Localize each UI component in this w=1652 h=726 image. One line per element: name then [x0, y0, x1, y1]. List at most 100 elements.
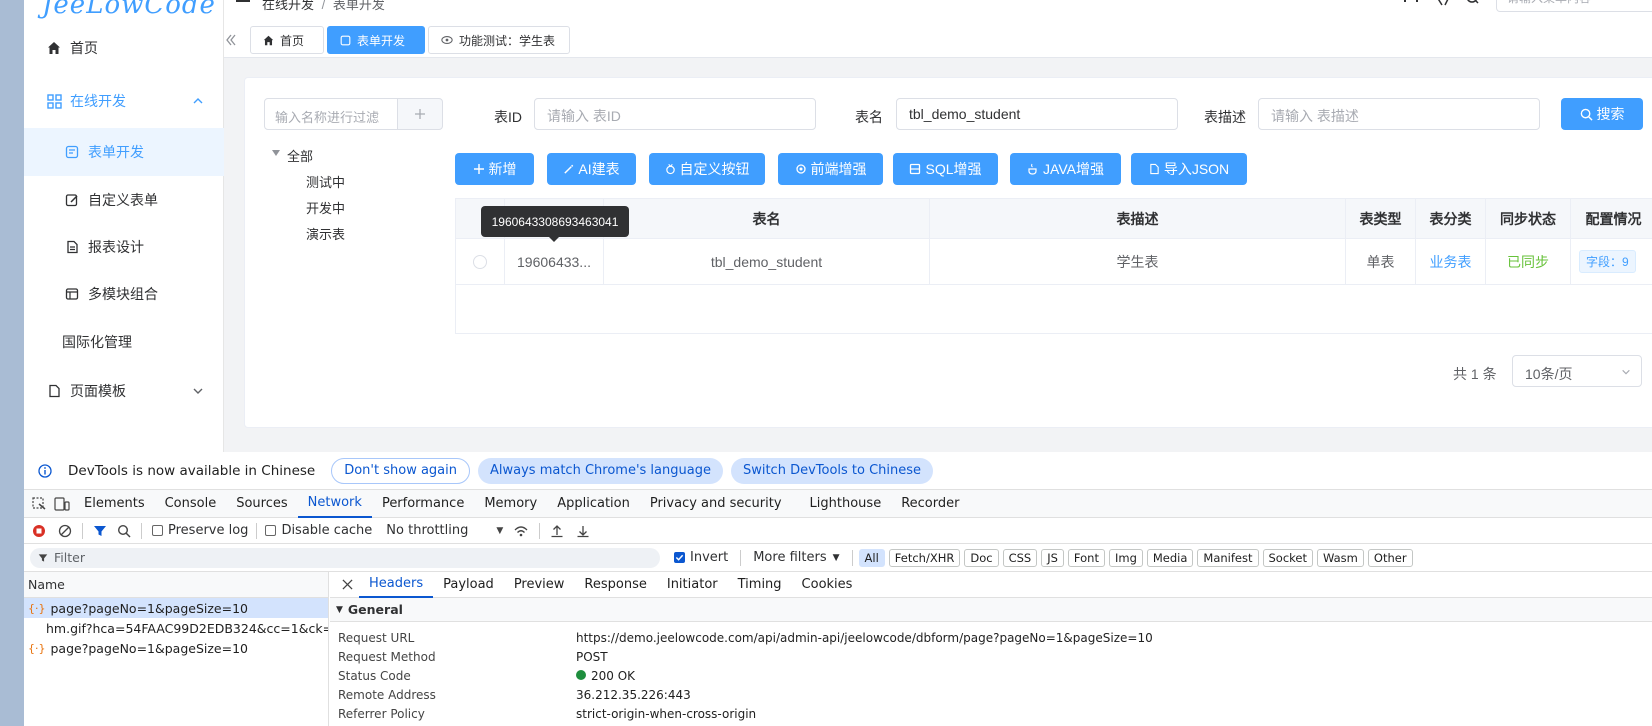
devtools-tab-privacy[interactable]: Privacy and security [640, 490, 792, 518]
request-row[interactable]: hm.gif?hca=54FAAC99D2EDB324&cc=1&ck=1&c.… [24, 618, 328, 638]
filter-chip-img[interactable]: Img [1108, 548, 1143, 567]
stop-recording-icon[interactable] [32, 524, 46, 538]
sidebar-item-form-dev[interactable]: 表单开发 [24, 128, 224, 176]
filter-chip-doc[interactable]: Doc [964, 548, 999, 567]
dont-show-again-button[interactable]: Don't show again [331, 457, 470, 484]
search-button[interactable]: 搜索 [1561, 98, 1643, 130]
frontend-enhance-button[interactable]: 前端增强 [778, 153, 883, 185]
filter-chip-font[interactable]: Font [1067, 548, 1105, 567]
tab-form-dev[interactable]: 表单开发 [327, 26, 425, 54]
filter-chip-other[interactable]: Other [1367, 548, 1413, 567]
detail-tab-response[interactable]: Response [574, 572, 656, 598]
kv-key: Request Method [338, 649, 436, 664]
table-id-input[interactable]: 请输入 表ID [534, 98, 816, 130]
request-list-header[interactable]: Name [24, 572, 328, 598]
radio-circle[interactable] [473, 254, 487, 269]
devtools-tab-performance[interactable]: Performance [372, 490, 474, 518]
detail-tab-preview[interactable]: Preview [504, 572, 575, 598]
tree-expand-caret[interactable] [272, 150, 280, 156]
tab-home[interactable]: 首页 [250, 26, 324, 54]
filter-chip-all[interactable]: All [858, 548, 885, 567]
breadcrumb-root[interactable]: 在线开发 [262, 0, 314, 12]
filter-chip-socket[interactable]: Socket [1262, 548, 1313, 567]
search-icon[interactable] [1466, 0, 1480, 7]
devtools-tab-console[interactable]: Console [155, 490, 227, 518]
preserve-log-checkbox[interactable] [152, 525, 163, 536]
general-request-method: Request Method POST [338, 647, 608, 666]
table-cell-category[interactable]: 业务表 [1416, 239, 1486, 285]
devtools-tab-lighthouse[interactable]: Lighthouse [800, 490, 892, 518]
export-har-icon[interactable] [576, 524, 590, 538]
sidebar-item-online-dev[interactable]: 在线开发 [24, 77, 224, 125]
table-cell-name: tbl_demo_student [604, 239, 930, 285]
custom-button-button[interactable]: 自定义按钮 [649, 153, 765, 185]
general-section-header[interactable]: ▼ General [330, 598, 1652, 622]
row-select-radio[interactable] [456, 239, 505, 285]
table-name-input[interactable]: tbl_demo_student [896, 98, 1178, 130]
java-enhance-button[interactable]: JAVA增强 [1010, 153, 1121, 185]
inspect-element-icon[interactable] [32, 496, 46, 511]
devtools-tab-memory[interactable]: Memory [474, 490, 547, 518]
tree-node-testing[interactable]: 测试中 [306, 172, 345, 191]
devtools-tab-application[interactable]: Application [547, 490, 640, 518]
tree-node-developing[interactable]: 开发中 [306, 198, 345, 217]
hamburger-icon[interactable] [236, 0, 250, 4]
clear-icon[interactable] [58, 524, 72, 538]
add-button[interactable]: 新增 [455, 153, 534, 185]
network-filter-input[interactable]: Filter [30, 547, 660, 568]
detail-tab-payload[interactable]: Payload [433, 572, 504, 598]
sidebar-item-home[interactable]: 首页 [24, 24, 224, 72]
add-category-button[interactable] [397, 98, 443, 130]
tree-node-root[interactable]: 全部 [287, 146, 313, 165]
sidebar-item-modules[interactable]: 多模块组合 [24, 270, 224, 318]
filter-chip-manifest[interactable]: Manifest [1197, 548, 1259, 567]
tree-node-demo[interactable]: 演示表 [306, 224, 345, 243]
fullscreen-icon[interactable] [1404, 0, 1418, 7]
import-har-icon[interactable] [550, 524, 564, 538]
devtools-tab-sources[interactable]: Sources [226, 490, 297, 518]
filter-chip-js[interactable]: JS [1041, 548, 1064, 567]
search-icon[interactable] [117, 524, 131, 538]
menu-search-input[interactable]: 请输入菜单内容 [1496, 0, 1652, 12]
filter-icon[interactable] [93, 524, 107, 538]
sidebar-item-page-template[interactable]: 页面模板 [24, 367, 224, 415]
detail-tab-cookies[interactable]: Cookies [792, 572, 863, 598]
devtools-tab-elements[interactable]: Elements [74, 490, 155, 518]
request-row[interactable]: {·} page?pageNo=1&pageSize=10 [24, 638, 328, 658]
page-size-select[interactable]: 10条/页 [1512, 355, 1642, 387]
table-desc-input[interactable]: 请输入 表描述 [1258, 98, 1540, 130]
detail-tab-initiator[interactable]: Initiator [657, 572, 728, 598]
devtools-tab-recorder[interactable]: Recorder [891, 490, 969, 518]
more-filters-dropdown[interactable]: More filters [753, 550, 826, 565]
device-toolbar-icon[interactable] [54, 496, 70, 511]
ai-create-button[interactable]: AI建表 [547, 153, 636, 185]
tree-filter-input[interactable]: 输入名称进行过滤 [264, 98, 398, 130]
field-count-tag[interactable]: 字段：9 [1579, 250, 1636, 273]
close-icon[interactable] [342, 579, 353, 590]
import-json-button[interactable]: 导入JSON [1131, 153, 1247, 185]
filter-chip-css[interactable]: CSS [1002, 548, 1038, 567]
sidebar-item-label: 首页 [70, 40, 98, 56]
translate-icon[interactable] [1436, 0, 1450, 7]
sql-enhance-button[interactable]: SQL增强 [893, 153, 998, 185]
throttling-select[interactable]: No throttling [386, 523, 468, 538]
detail-tab-headers[interactable]: Headers [359, 572, 434, 598]
sidebar-item-report[interactable]: 报表设计 [24, 223, 224, 271]
disable-cache-checkbox[interactable] [265, 525, 277, 536]
collapse-tabs-icon[interactable] [224, 33, 238, 47]
tab-function-test[interactable]: 功能测试：学生表 [428, 26, 570, 54]
devtools-tab-network[interactable]: Network [297, 490, 372, 518]
filter-chip-wasm[interactable]: Wasm [1317, 548, 1364, 567]
sidebar-item-i18n[interactable]: 国际化管理 [24, 318, 224, 366]
invert-checkbox[interactable] [674, 552, 685, 563]
filter-chip-fetch-xhr[interactable]: Fetch/XHR [888, 548, 961, 567]
sidebar-item-custom-form[interactable]: 自定义表单 [24, 176, 224, 224]
always-match-language-button[interactable]: Always match Chrome's language [478, 457, 723, 484]
app-logo[interactable]: JeeLowCode [42, 0, 216, 20]
switch-to-chinese-button[interactable]: Switch DevTools to Chinese [730, 457, 934, 484]
sidebar-item-label: 报表设计 [88, 239, 144, 255]
filter-chip-media[interactable]: Media [1146, 548, 1194, 567]
detail-tab-timing[interactable]: Timing [728, 572, 792, 598]
request-row[interactable]: {·} page?pageNo=1&pageSize=10 [24, 598, 328, 618]
network-conditions-icon[interactable] [513, 524, 529, 538]
